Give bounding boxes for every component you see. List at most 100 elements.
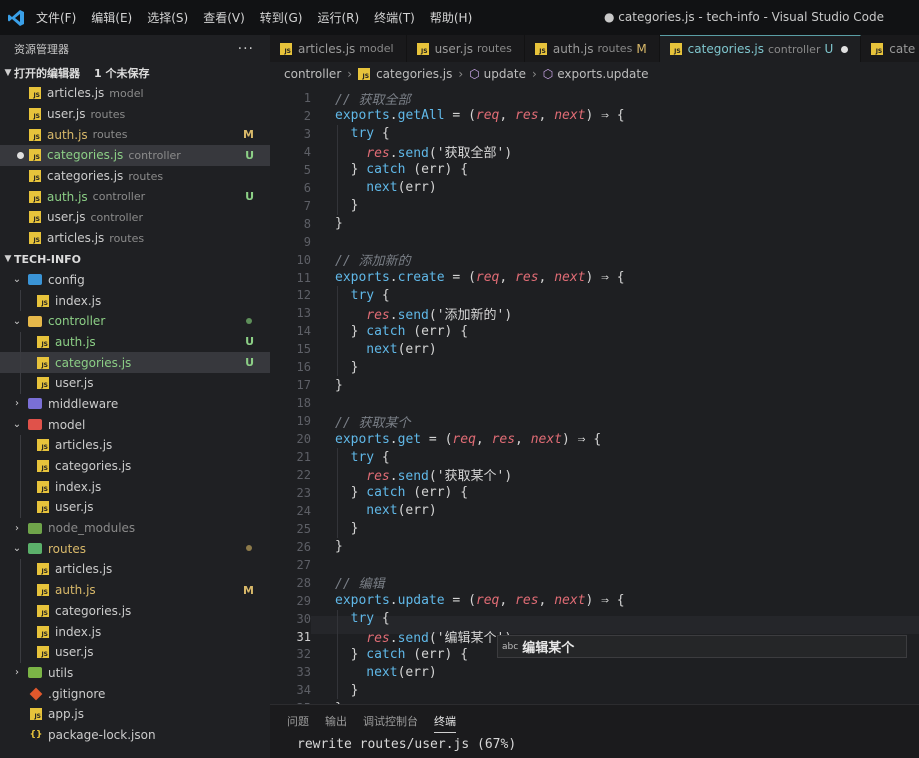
code-line[interactable]: 9 bbox=[270, 233, 919, 251]
model-folder-icon bbox=[28, 419, 42, 431]
tree-folder-model[interactable]: ⌄ model bbox=[0, 414, 270, 435]
menu-view[interactable]: 查看(V) bbox=[203, 9, 245, 26]
tree-file[interactable]: JS index.js bbox=[0, 290, 270, 311]
breadcrumb-symbol[interactable]: update bbox=[484, 67, 526, 81]
code-text: } catch (err) { bbox=[350, 646, 469, 662]
tree-folder-routes[interactable]: ⌄ routes bbox=[0, 538, 270, 559]
more-actions-icon[interactable]: ··· bbox=[238, 41, 254, 57]
code-line[interactable]: 8} bbox=[270, 215, 919, 233]
menu-file[interactable]: 文件(F) bbox=[36, 9, 76, 26]
open-editor-item[interactable]: JS articles.js routes bbox=[0, 228, 270, 249]
tree-file[interactable]: JS auth.js M bbox=[0, 579, 270, 601]
code-line[interactable]: 29 exports.update = (req, res, next) ⇒ { bbox=[270, 592, 919, 610]
code-text: } bbox=[350, 682, 359, 698]
code-line[interactable]: 27 bbox=[270, 556, 919, 574]
tree-file[interactable]: JS user.js bbox=[0, 497, 270, 518]
tree-folder-config[interactable]: ⌄ config bbox=[0, 270, 270, 291]
code-line[interactable]: 33 next(err) bbox=[270, 663, 919, 681]
open-editors-section[interactable]: ▼ 打开的编辑器 1 个未保存 bbox=[0, 62, 270, 83]
code-line[interactable]: 24 next(err) bbox=[270, 502, 919, 520]
code-line[interactable]: 6 next(err) bbox=[270, 179, 919, 197]
tree-file[interactable]: JS user.js bbox=[0, 641, 270, 663]
code-line[interactable]: 10 // 添加新的 bbox=[270, 251, 919, 270]
code-line[interactable]: 23} catch (err) { bbox=[270, 484, 919, 502]
tab-categories-controller[interactable]: JS categories.js controller U bbox=[659, 35, 862, 62]
tree-file[interactable]: JS categories.js bbox=[0, 600, 270, 622]
breadcrumb-file[interactable]: categories.js bbox=[376, 67, 452, 81]
code-line[interactable]: 28 // 编辑 bbox=[270, 574, 919, 593]
tree-file[interactable]: .gitignore bbox=[0, 683, 270, 704]
code-line[interactable]: 14} catch (err) { bbox=[270, 322, 919, 340]
code-line[interactable]: 7} bbox=[270, 197, 919, 215]
code-editor[interactable]: 1 // 获取全部 2 exports.getAll = (req, res, nex… bbox=[270, 86, 919, 704]
tab-user-routes[interactable]: JS user.js routes bbox=[407, 35, 525, 62]
tree-folder-middleware[interactable]: › middleware bbox=[0, 394, 270, 415]
menu-go[interactable]: 转到(G) bbox=[260, 9, 303, 26]
code-line[interactable]: 30 try { bbox=[270, 610, 919, 628]
tree-file[interactable]: JS articles.js bbox=[0, 559, 270, 580]
code-line[interactable]: 18 bbox=[270, 394, 919, 412]
tree-file[interactable]: JS user.js bbox=[0, 372, 270, 394]
menu-selection[interactable]: 选择(S) bbox=[147, 9, 188, 26]
suggestion-text[interactable]: 编辑某个 bbox=[522, 637, 574, 656]
code-line[interactable]: 19 // 获取某个 bbox=[270, 412, 919, 431]
code-line[interactable]: 12 try { bbox=[270, 286, 919, 304]
code-line[interactable]: 15 next(err) bbox=[270, 340, 919, 358]
code-line[interactable]: 21 try { bbox=[270, 448, 919, 466]
tree-file[interactable]: JS index.js bbox=[0, 621, 270, 642]
code-line[interactable]: 20 exports.get = (req, res, next) ⇒ { bbox=[270, 430, 919, 448]
tree-file[interactable]: JS index.js bbox=[0, 476, 270, 498]
open-editor-item[interactable]: JS user.js controller bbox=[0, 207, 270, 228]
open-editor-item-active[interactable]: JS categories.js controller U bbox=[0, 145, 270, 166]
tree-folder-utils[interactable]: › utils bbox=[0, 663, 270, 684]
line-number: 22 bbox=[296, 467, 311, 482]
code-line[interactable]: 2 exports.getAll = (req, res, next) ⇒ { bbox=[270, 107, 919, 125]
tab-problems[interactable]: 问题 bbox=[287, 705, 309, 737]
tree-file[interactable]: JS app.js bbox=[0, 704, 270, 725]
tree-file-selected[interactable]: JS categories.js U bbox=[0, 352, 270, 373]
open-editor-item[interactable]: JS auth.js controller U bbox=[0, 186, 270, 207]
tab-output[interactable]: 输出 bbox=[325, 705, 347, 737]
tab-debug-console[interactable]: 调试控制台 bbox=[363, 705, 418, 737]
code-line[interactable]: 4 res.send('获取全部') bbox=[270, 143, 919, 162]
terminal-output[interactable]: rewrite routes/user.js (67%) bbox=[270, 737, 919, 752]
code-line[interactable]: 13 res.send('添加新的') bbox=[270, 304, 919, 323]
code-line[interactable]: 22 res.send('获取某个') bbox=[270, 466, 919, 485]
open-editor-item[interactable]: JS user.js routes bbox=[0, 104, 270, 125]
open-editor-item[interactable]: JS categories.js routes bbox=[0, 166, 270, 187]
tree-folder-controller[interactable]: ⌄ controller bbox=[0, 311, 270, 332]
menu-run[interactable]: 运行(R) bbox=[317, 9, 359, 26]
code-line[interactable]: 25} bbox=[270, 520, 919, 538]
tree-file[interactable]: JS auth.js U bbox=[0, 331, 270, 353]
code-line[interactable]: 3 try { bbox=[270, 125, 919, 143]
menu-help[interactable]: 帮助(H) bbox=[430, 9, 472, 26]
breadcrumb-symbol[interactable]: exports.update bbox=[557, 67, 648, 81]
tab-auth-routes[interactable]: JS auth.js routes M bbox=[525, 35, 660, 62]
code-line[interactable]: 34} bbox=[270, 681, 919, 699]
folder-name: middleware bbox=[48, 396, 119, 411]
menu-edit[interactable]: 编辑(E) bbox=[91, 9, 132, 26]
tab-categories-partial[interactable]: JS cate bbox=[861, 35, 919, 62]
tab-articles-model[interactable]: JS articles.js model bbox=[270, 35, 407, 62]
code-line[interactable]: 11 exports.create = (req, res, next) ⇒ { bbox=[270, 269, 919, 287]
code-line[interactable]: 17} bbox=[270, 376, 919, 394]
code-line[interactable]: 5} catch (err) { bbox=[270, 161, 919, 179]
code-line[interactable]: 1 // 获取全部 bbox=[270, 89, 919, 108]
project-section[interactable]: ▼ TECH-INFO bbox=[0, 249, 270, 270]
tree-folder-node-modules[interactable]: › node_modules bbox=[0, 518, 270, 539]
tree-file[interactable]: JS articles.js bbox=[0, 435, 270, 456]
menu-terminal[interactable]: 终端(T) bbox=[374, 9, 415, 26]
tree-file[interactable]: {} package-lock.json bbox=[0, 725, 270, 746]
open-editor-item[interactable]: JS auth.js routes M bbox=[0, 124, 270, 145]
breadcrumb-folder[interactable]: controller bbox=[284, 67, 341, 81]
unsaved-dot-icon[interactable] bbox=[841, 45, 849, 53]
unsaved-dot-icon[interactable] bbox=[17, 152, 24, 160]
open-editor-item[interactable]: JS articles.js model bbox=[0, 83, 270, 104]
code-line[interactable]: 16} bbox=[270, 358, 919, 376]
suggestion-widget[interactable]: abc 编辑某个 bbox=[497, 635, 907, 658]
tree-file[interactable]: JS categories.js bbox=[0, 455, 270, 477]
tab-terminal[interactable]: 终端 bbox=[434, 705, 456, 737]
code-line[interactable]: 26} bbox=[270, 538, 919, 556]
line-number: 6 bbox=[303, 180, 311, 195]
git-status-badge: M bbox=[243, 583, 254, 597]
